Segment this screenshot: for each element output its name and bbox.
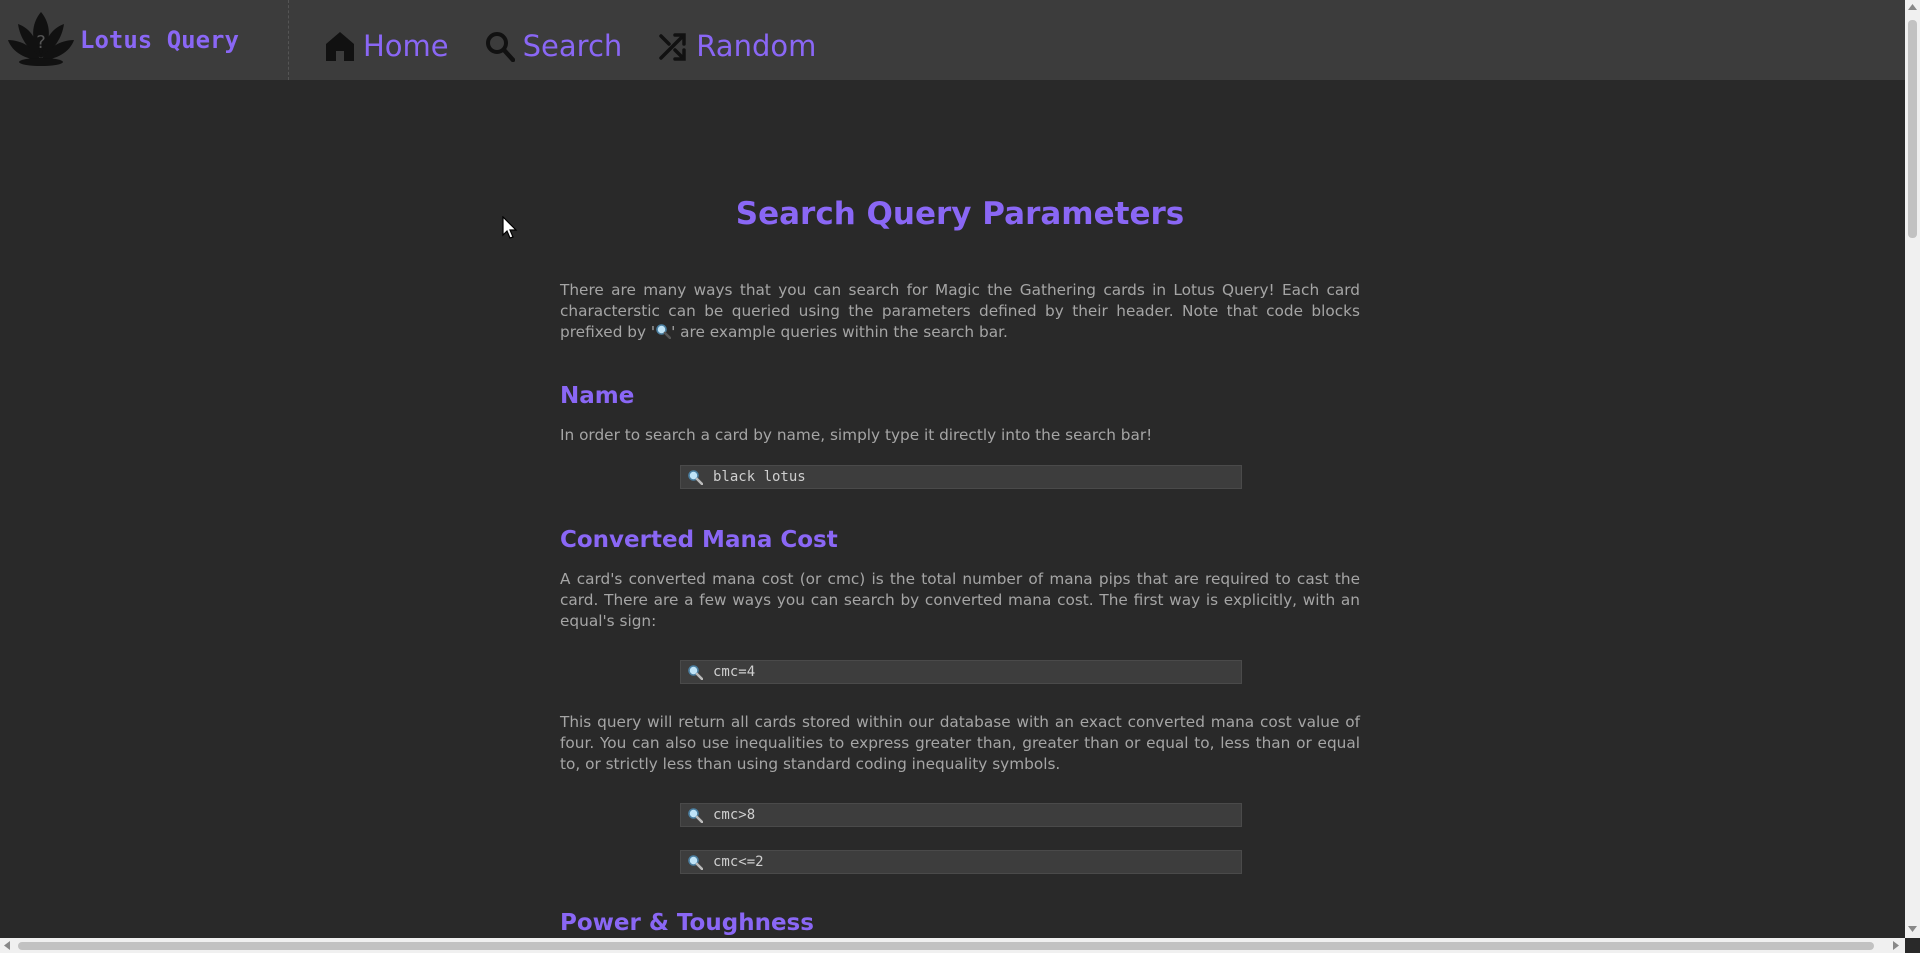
top-navigation-bar: ? Lotus Query Home Search Random [0,0,1905,80]
vertical-scrollbar[interactable] [1905,0,1920,938]
scroll-down-arrow-icon[interactable] [1908,926,1917,932]
section-title-name: Name [560,383,635,409]
svg-text:?: ? [36,32,46,53]
nav-home[interactable]: Home [325,28,449,64]
cmc-description-1: A card's converted mana cost (or cmc) is… [560,570,1360,630]
section-title-cmc: Converted Mana Cost [560,527,838,553]
brand[interactable]: ? Lotus Query [0,0,289,80]
magnifier-icon [688,808,703,823]
intro-text-after: ' are example queries within the search … [671,323,1008,341]
query-text: cmc<=2 [713,854,764,870]
brand-name[interactable]: Lotus Query [80,26,239,54]
nav-search-label: Search [522,29,623,63]
magnifier-icon [688,665,703,680]
example-query-cmc-lessequal: cmc<=2 [680,850,1242,874]
magnifier-icon [656,324,672,339]
example-query-name: black lotus [680,465,1242,489]
nav-home-label: Home [363,29,449,63]
query-text: cmc=4 [713,664,756,680]
section-title-power-toughness: Power & Toughness [560,910,814,936]
vertical-scroll-thumb[interactable] [1908,20,1917,238]
mouse-cursor-icon [502,216,518,239]
nav-random[interactable]: Random [658,28,816,64]
main-content: Search Query Parameters There are many w… [560,196,1360,936]
magnifier-icon [688,470,703,485]
scroll-up-arrow-icon[interactable] [1908,4,1917,10]
main-nav: Home Search Random [325,28,816,64]
example-query-cmc-greater: cmc>8 [680,803,1242,827]
nav-search[interactable]: Search [485,28,623,64]
scroll-left-arrow-icon[interactable] [4,941,10,950]
magnifier-icon [688,855,703,870]
intro-text: There are many ways that you can search … [560,280,1360,343]
query-text: cmc>8 [713,807,756,823]
home-icon [326,32,354,61]
nav-random-label: Random [696,29,817,63]
horizontal-scroll-thumb[interactable] [18,942,1874,950]
search-icon [485,32,515,62]
shuffle-icon [659,33,687,61]
horizontal-scrollbar[interactable] [0,938,1905,953]
lotus-logo-icon: ? [8,12,74,66]
cmc-description-2: This query will return all cards stored … [560,713,1360,773]
page-title: Search Query Parameters [735,196,1185,232]
name-description: In order to search a card by name, simpl… [560,426,1153,444]
example-query-cmc-equal: cmc=4 [680,660,1242,684]
scroll-right-arrow-icon[interactable] [1893,941,1899,950]
query-text: black lotus [713,469,806,485]
